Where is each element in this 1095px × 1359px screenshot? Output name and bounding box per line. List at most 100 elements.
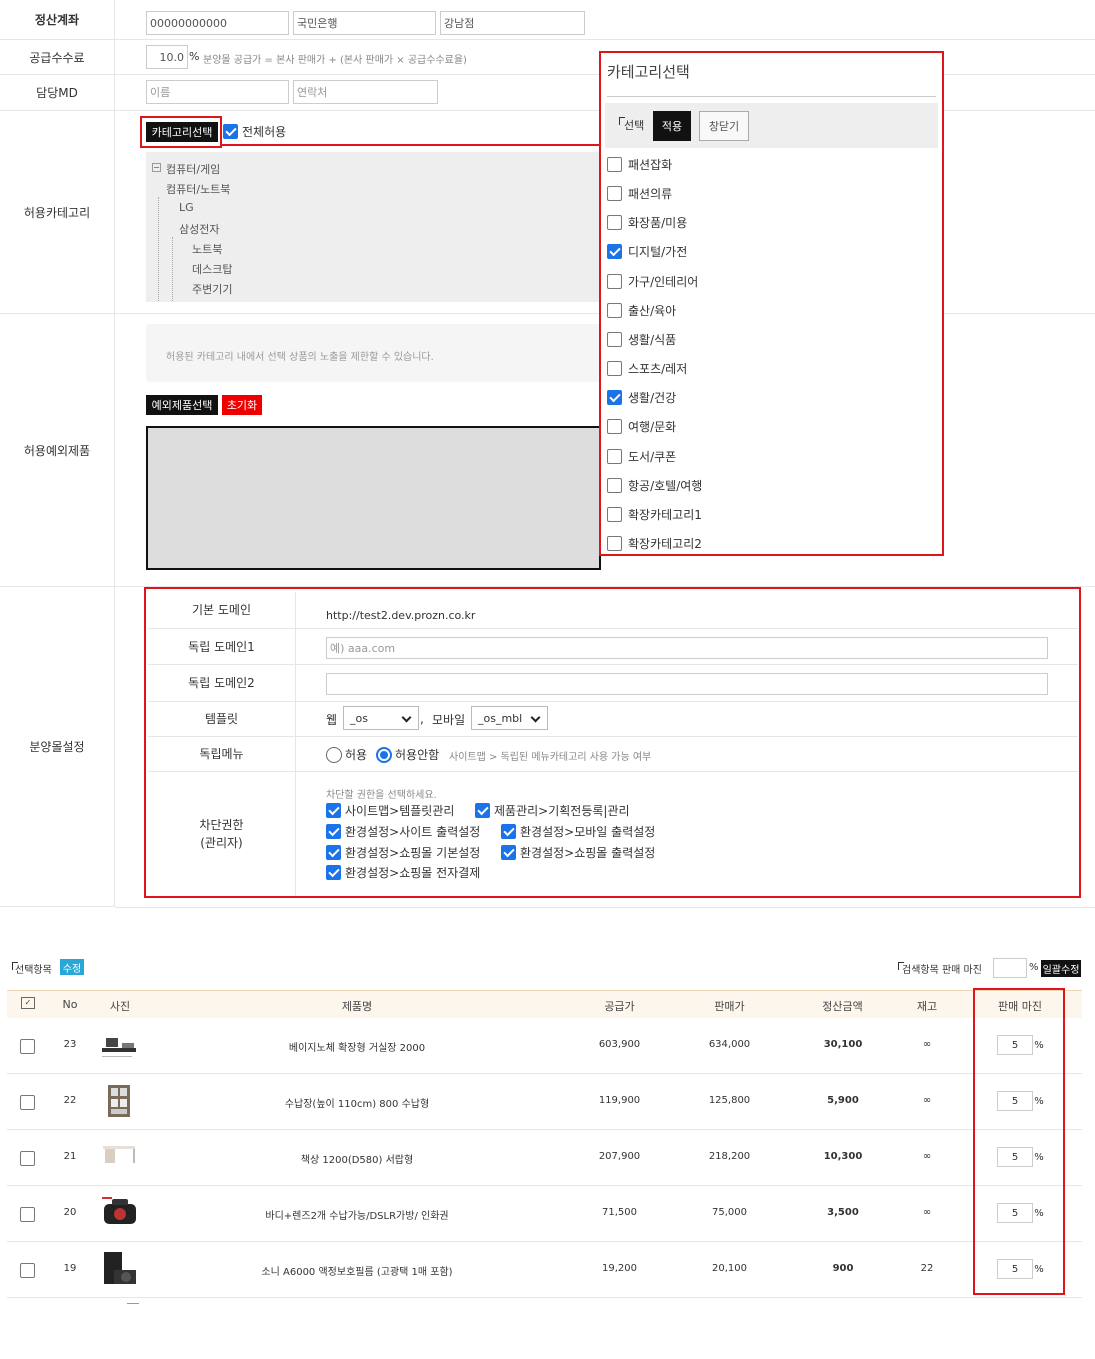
- perm-checkbox[interactable]: 환경설정>사이트 출력설정: [326, 823, 480, 840]
- col-margin: 판매 마진: [998, 1000, 1042, 1013]
- margin-percent: %: [1034, 1264, 1044, 1275]
- perm-checkbox[interactable]: 사이트맵>템플릿관리: [326, 802, 454, 819]
- mobile-template-select[interactable]: _os_mbl: [471, 706, 548, 730]
- product-thumbnail[interactable]: [100, 1138, 140, 1176]
- product-thumbnail[interactable]: [100, 1250, 140, 1288]
- bank-input[interactable]: [293, 11, 436, 35]
- checkbox-icon: [607, 273, 622, 289]
- default-domain-value: http://test2.dev.prozn.co.kr: [326, 609, 476, 622]
- perm-checkbox[interactable]: 환경설정>쇼핑몰 전자결제: [326, 864, 480, 881]
- tree-item[interactable]: 삼성전자: [179, 221, 219, 237]
- reset-button[interactable]: 초기화: [222, 395, 262, 415]
- popup-category-label: 출산/육아: [628, 303, 677, 318]
- margin-input[interactable]: [997, 1091, 1033, 1111]
- perm-checkbox[interactable]: 환경설정>쇼핑몰 기본설정: [326, 844, 480, 861]
- md-name-input[interactable]: [146, 80, 289, 104]
- popup-category-item[interactable]: 확장카테고리2: [607, 535, 702, 552]
- popup-category-item[interactable]: 항공/호텔/여행: [607, 477, 702, 494]
- row-checkbox[interactable]: [20, 1095, 35, 1110]
- web-template-select[interactable]: _os: [343, 706, 419, 730]
- col-settle: 정산금액: [822, 1000, 863, 1013]
- menu-deny-radio[interactable]: 허용안함: [376, 746, 439, 763]
- allowed-category-label-text: 허용카테고리: [23, 205, 91, 220]
- edit-selected-button-text: 수정: [62, 963, 82, 975]
- supply-price: 207,900: [598, 1151, 641, 1162]
- col-no: No: [62, 998, 78, 1011]
- category-select-button[interactable]: 카테고리선택: [146, 122, 218, 142]
- domain2-input[interactable]: [326, 673, 1048, 695]
- branch-input[interactable]: [440, 11, 585, 35]
- popup-category-item[interactable]: 가구/인테리어: [607, 273, 698, 290]
- exception-select-button[interactable]: 예외제품선택: [146, 395, 218, 415]
- tree-line: [172, 237, 173, 302]
- tree-item[interactable]: LG: [179, 201, 194, 214]
- popup-category-item[interactable]: 도서/쿠폰: [607, 448, 676, 465]
- popup-category-item[interactable]: 스포츠/레저: [607, 360, 687, 377]
- allow-all-checkbox[interactable]: 전체허용: [223, 123, 286, 140]
- tree-item[interactable]: 컴퓨터/노트북: [166, 181, 230, 197]
- perm-label: 사이트맵>템플릿관리: [345, 804, 455, 818]
- check-icon: [501, 824, 516, 839]
- row-checkbox[interactable]: [20, 1151, 35, 1166]
- fee-rate-input[interactable]: [146, 45, 188, 69]
- popup-category-item[interactable]: 여행/문화: [607, 418, 676, 435]
- margin-input[interactable]: [997, 1203, 1033, 1223]
- perm-checkbox[interactable]: 환경설정>쇼핑몰 출력설정: [501, 844, 655, 861]
- stock: ∞: [922, 1207, 932, 1218]
- product-thumbnail[interactable]: [100, 1082, 140, 1120]
- popup-category-item[interactable]: 패션잡화: [607, 156, 672, 173]
- popup-category-label: 여행/문화: [628, 420, 677, 435]
- checkbox-icon: [607, 244, 622, 260]
- template-separator: ,: [420, 712, 424, 726]
- product-thumbnail[interactable]: [100, 1194, 140, 1232]
- perm-checkbox[interactable]: 제품관리>기획전등록|관리: [475, 802, 630, 819]
- popup-category-item[interactable]: 출산/육아: [607, 302, 676, 319]
- mall-settings-label-text: 분양몰설정: [29, 740, 85, 754]
- margin-input[interactable]: [997, 1259, 1033, 1279]
- account-number-input[interactable]: [146, 11, 289, 35]
- domain1-label: 독립 도메인1: [148, 629, 296, 664]
- margin-percent: %: [1034, 1152, 1044, 1163]
- menu-allow-label: 허용: [345, 748, 368, 762]
- row-checkbox[interactable]: [20, 1263, 35, 1278]
- checkbox-icon: [607, 331, 622, 347]
- collapse-icon[interactable]: −: [152, 163, 161, 172]
- popup-category-item[interactable]: 생활/건강: [607, 389, 676, 406]
- popup-category-item[interactable]: 패션의류: [607, 185, 672, 202]
- edit-selected-button[interactable]: 수정: [60, 959, 84, 975]
- md-contact-input[interactable]: [293, 80, 438, 104]
- tree-item[interactable]: 주변기기: [192, 281, 232, 297]
- row-checkbox[interactable]: [20, 1207, 35, 1222]
- menu-deny-label: 허용안함: [395, 748, 440, 762]
- bulk-margin-input[interactable]: [993, 958, 1027, 978]
- popup-category-label: 항공/호텔/여행: [628, 478, 703, 493]
- popup-category-item[interactable]: 디지털/가전: [607, 243, 687, 260]
- popup-category-item[interactable]: 화장품/미용: [607, 214, 687, 231]
- menu-allow-radio[interactable]: 허용: [326, 746, 367, 763]
- checkbox-icon: [607, 535, 622, 551]
- margin-input[interactable]: [997, 1147, 1033, 1167]
- close-popup-button[interactable]: 창닫기: [699, 111, 749, 141]
- product-thumbnail[interactable]: [100, 1026, 140, 1064]
- checkbox-icon: [607, 186, 622, 202]
- apply-button[interactable]: 적용: [653, 111, 691, 141]
- chevron-down-icon: [401, 712, 412, 723]
- popup-category-label: 생활/건강: [628, 391, 677, 406]
- popup-category-item[interactable]: 생활/식품: [607, 331, 676, 348]
- check-icon: [501, 845, 516, 860]
- margin-input[interactable]: [997, 1035, 1033, 1055]
- bulk-edit-button[interactable]: 일괄수정: [1041, 960, 1081, 977]
- tree-item[interactable]: 노트북: [192, 241, 222, 257]
- domain1-input[interactable]: [326, 637, 1048, 659]
- row-checkbox[interactable]: [20, 1039, 35, 1054]
- template-label-text: 템플릿: [204, 712, 239, 726]
- tree-item[interactable]: 데스크탑: [192, 261, 232, 277]
- category-select-popup: 카테고리선택 선택 적용 창닫기 패션잡화 패션의류 화장품/미용 디지털/가전 가구/…: [599, 51, 944, 556]
- select-all-checkbox[interactable]: ✓: [21, 997, 35, 1009]
- tree-item[interactable]: 컴퓨터/게임: [166, 161, 220, 177]
- exception-notice: 허용된 카테고리 내에서 선택 상품의 노출을 제한할 수 있습니다.: [166, 352, 434, 363]
- popup-category-label: 패션의류: [628, 187, 673, 202]
- perm-checkbox[interactable]: 환경설정>모바일 출력설정: [501, 823, 655, 840]
- mobile-template-value: _os_mbl: [478, 711, 523, 725]
- popup-category-item[interactable]: 확장카테고리1: [607, 506, 702, 523]
